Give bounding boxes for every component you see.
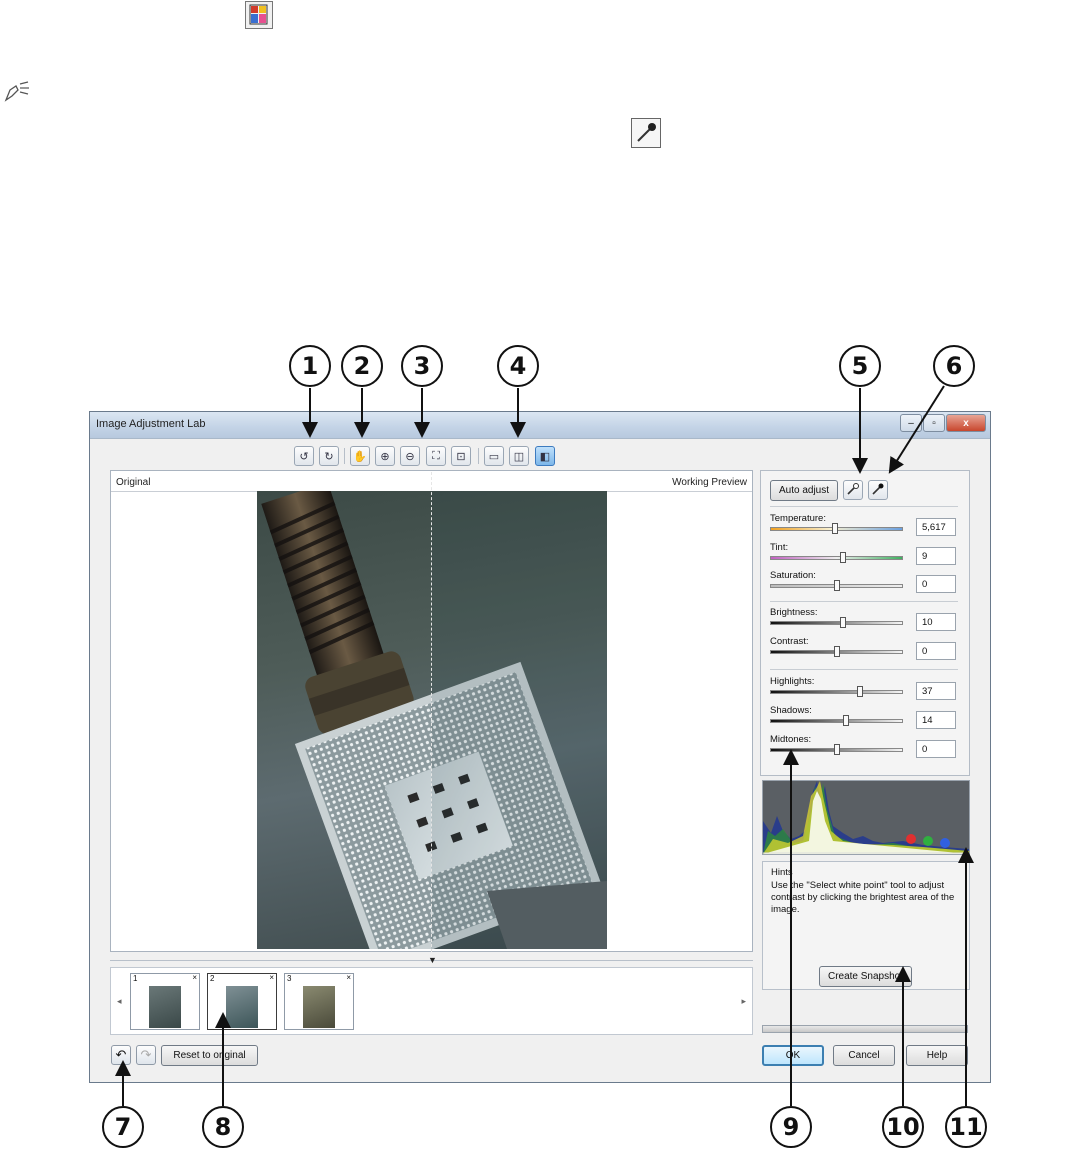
callout-arrows — [115, 385, 974, 1106]
